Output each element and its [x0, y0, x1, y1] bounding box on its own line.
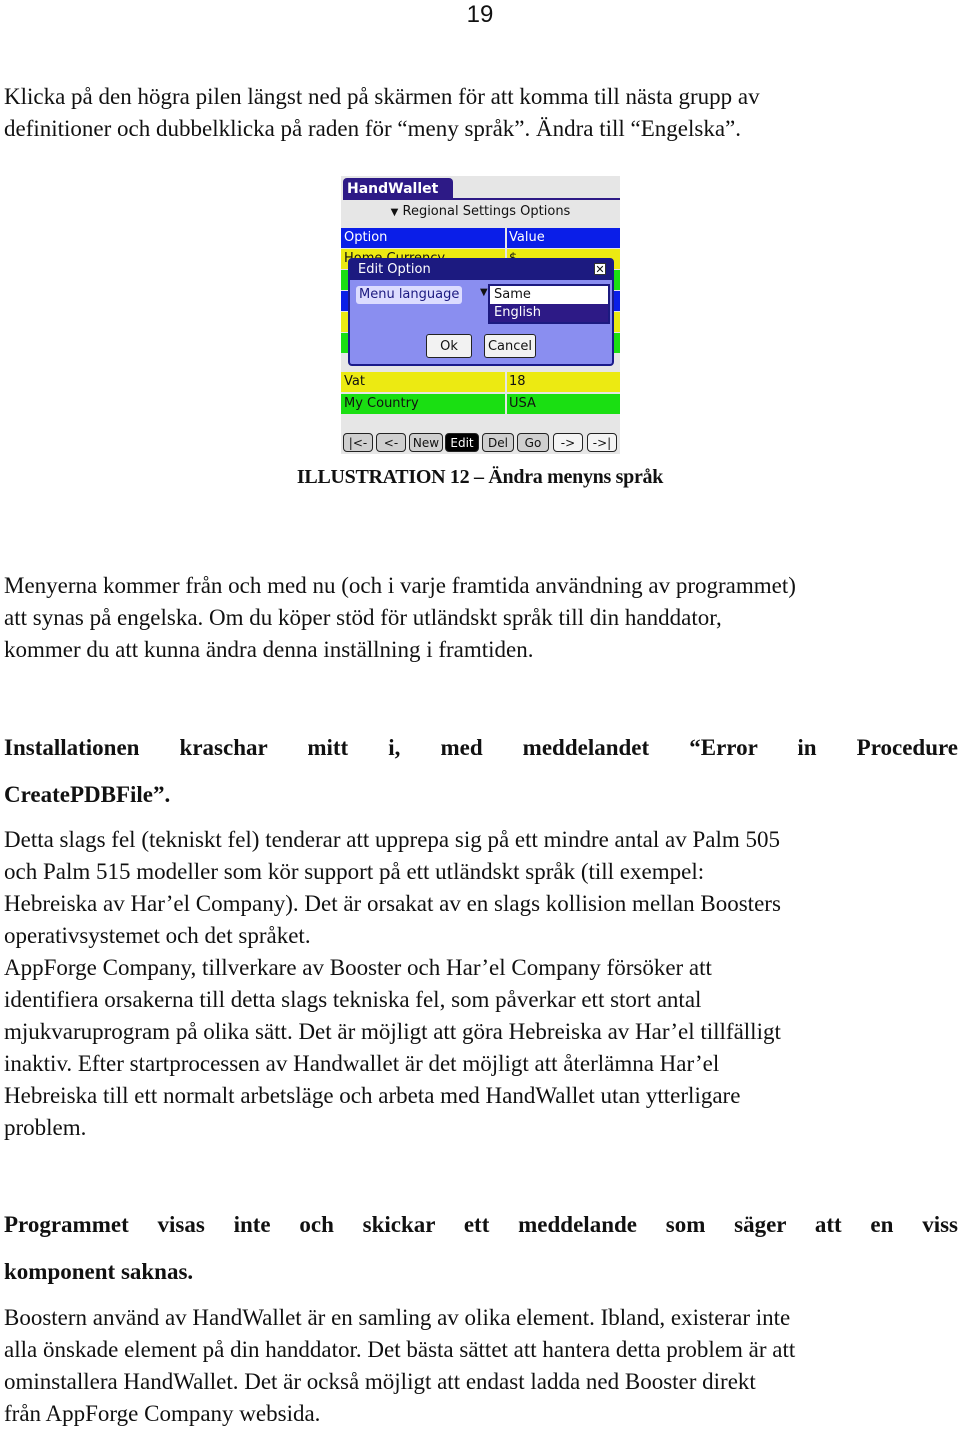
app-title-bar: HandWallet: [341, 176, 620, 200]
category-label: Regional Settings Options: [402, 204, 571, 219]
column-header-value: Value: [509, 230, 545, 245]
text-line: Menyerna kommer från och med nu (och i v…: [4, 573, 796, 598]
cancel-button[interactable]: Cancel: [484, 334, 536, 358]
option-english[interactable]: English: [490, 304, 608, 322]
heading-line: Installationen kraschar mitt i, med medd…: [4, 735, 958, 760]
text-line: AppForge Company, tillverkare av Booster…: [4, 955, 712, 980]
table-row[interactable]: My Country USA: [341, 394, 620, 414]
text-line: inaktiv. Efter startprocessen av Handwal…: [4, 1051, 720, 1076]
column-separator: [505, 228, 507, 248]
row-option: Vat: [344, 374, 365, 389]
previous-record-button[interactable]: <-: [376, 433, 406, 452]
app-title: HandWallet: [343, 178, 453, 200]
text-line: operativsystemet och det språket.: [4, 923, 311, 948]
row-value: USA: [509, 396, 536, 411]
text-line: Klicka på den högra pilen längst ned på …: [4, 84, 760, 109]
section-heading-install-crash: Installationen kraschar mitt i, med medd…: [4, 724, 958, 818]
delete-button[interactable]: Del: [482, 433, 514, 452]
row-option: My Country: [344, 396, 419, 411]
text-line: och Palm 515 modeller som kör support på…: [4, 859, 705, 884]
language-dropdown-list[interactable]: Same English: [488, 284, 610, 324]
intro-paragraph: Klicka på den högra pilen längst ned på …: [4, 81, 956, 145]
illustration-caption: ILLUSTRATION 12 – Ändra menyns språk: [296, 466, 664, 488]
new-button[interactable]: New: [409, 433, 443, 452]
heading-line: Programmet visas inte och skickar ett me…: [4, 1212, 958, 1237]
text-line: definitioner och dubbelklicka på raden f…: [4, 116, 741, 141]
heading-line: komponent saknas.: [4, 1259, 194, 1284]
section-heading-missing-component: Programmet visas inte och skickar ett me…: [4, 1201, 958, 1295]
title-underline: [343, 198, 620, 200]
menu-language-label: Menu language: [356, 286, 463, 304]
edit-button[interactable]: Edit: [445, 433, 479, 452]
next-record-button[interactable]: ->: [553, 433, 583, 452]
row-value: 18: [509, 374, 526, 389]
paragraph-error-explanation: Detta slags fel (tekniskt fel) tenderar …: [4, 824, 956, 1144]
category-selector[interactable]: ▼ Regional Settings Options: [341, 204, 620, 219]
heading-line: CreatePDBFile”.: [4, 782, 171, 807]
text-line: mjukvaruprogram på olika sätt. Det är mö…: [4, 1019, 781, 1044]
paragraph-booster-explanation: Boostern använd av HandWallet är en saml…: [4, 1302, 956, 1430]
option-same[interactable]: Same: [490, 286, 608, 304]
text-line: Hebreiska av Har’el Company). Det är ors…: [4, 891, 781, 916]
table-header: Option Value: [341, 228, 620, 248]
column-separator: [505, 394, 507, 414]
text-line: att synas på engelska. Om du köper stöd …: [4, 605, 722, 630]
text-line: från AppForge Company websida.: [4, 1401, 321, 1426]
edit-option-dialog: Edit Option ✕ Menu language ▼ Same Engli…: [348, 258, 614, 366]
bottom-toolbar: |<- <- New Edit Del Go -> ->|: [341, 433, 620, 453]
table-row[interactable]: Vat 18: [341, 372, 620, 392]
text-line: Detta slags fel (tekniskt fel) tenderar …: [4, 827, 780, 852]
dropdown-arrow-icon: ▼: [390, 207, 399, 218]
dropdown-arrow-icon[interactable]: ▼: [480, 287, 488, 298]
go-button[interactable]: Go: [517, 433, 549, 452]
text-line: kommer du att kunna ändra denna inställn…: [4, 637, 534, 662]
dialog-title: Edit Option: [350, 260, 612, 280]
first-record-button[interactable]: |<-: [343, 433, 373, 452]
paragraph-menus-english: Menyerna kommer från och med nu (och i v…: [4, 570, 956, 666]
text-line: alla önskade element på din handdator. D…: [4, 1337, 796, 1362]
page-number: 19: [466, 1, 494, 28]
close-icon[interactable]: ✕: [594, 263, 606, 275]
text-line: Hebreiska till ett normalt arbetsläge oc…: [4, 1083, 741, 1108]
column-separator: [505, 372, 507, 392]
handwallet-screenshot: HandWallet ▼ Regional Settings Options O…: [341, 176, 620, 454]
text-line: Boostern använd av HandWallet är en saml…: [4, 1305, 791, 1330]
text-line: ominstallera HandWallet. Det är också mö…: [4, 1369, 756, 1394]
text-line: problem.: [4, 1115, 87, 1140]
last-record-button[interactable]: ->|: [587, 433, 617, 452]
ok-button[interactable]: Ok: [426, 334, 472, 358]
column-header-option: Option: [344, 230, 388, 245]
text-line: identifiera orsakerna till detta slags t…: [4, 987, 702, 1012]
